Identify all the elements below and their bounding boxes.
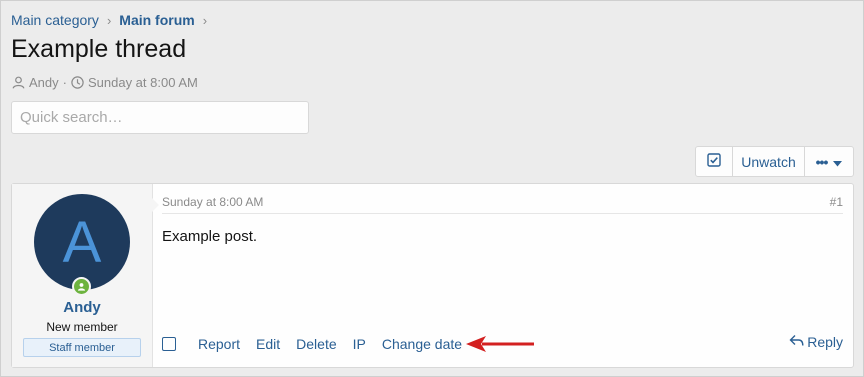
checkbox-check-icon bbox=[707, 153, 721, 170]
thread-actions-bar: Unwatch ••• bbox=[695, 146, 854, 177]
thread-author[interactable]: Andy bbox=[29, 75, 59, 90]
staff-banner: Staff member bbox=[23, 338, 141, 357]
avatar[interactable]: A bbox=[34, 194, 130, 290]
post-number[interactable]: #1 bbox=[830, 195, 843, 209]
clock-icon bbox=[71, 76, 84, 89]
annotation-arrow-icon bbox=[464, 333, 536, 360]
user-arrow-notch bbox=[152, 198, 159, 212]
unwatch-button[interactable]: Unwatch bbox=[733, 147, 805, 176]
thread-date[interactable]: Sunday at 8:00 AM bbox=[88, 75, 198, 90]
meta-separator: · bbox=[62, 75, 67, 90]
online-status-icon bbox=[72, 277, 91, 296]
ip-link[interactable]: IP bbox=[353, 336, 366, 352]
post-body: Example post. bbox=[162, 228, 258, 245]
post-header-divider bbox=[162, 213, 843, 214]
multi-select-button[interactable] bbox=[696, 147, 733, 176]
breadcrumb-main-category[interactable]: Main category bbox=[11, 12, 99, 28]
reply-icon bbox=[789, 334, 804, 350]
user-icon bbox=[12, 76, 25, 89]
post: A Andy New member Staff member Sunday at… bbox=[11, 183, 854, 368]
post-user-column: A Andy New member Staff member bbox=[12, 184, 153, 367]
more-options-button[interactable]: ••• bbox=[805, 147, 853, 176]
page-frame: Main category › Main forum › Example thr… bbox=[0, 0, 864, 377]
select-post-checkbox[interactable] bbox=[162, 337, 176, 351]
reply-label: Reply bbox=[807, 334, 843, 350]
delete-link[interactable]: Delete bbox=[296, 336, 336, 352]
breadcrumb-main-forum[interactable]: Main forum bbox=[119, 12, 194, 28]
report-link[interactable]: Report bbox=[198, 336, 240, 352]
breadcrumb: Main category › Main forum › bbox=[11, 12, 215, 28]
change-date-link[interactable]: Change date bbox=[382, 336, 462, 352]
quick-search-input[interactable] bbox=[11, 101, 309, 134]
post-actions: Report Edit Delete IP Change date Reply bbox=[162, 334, 843, 354]
post-username[interactable]: Andy bbox=[12, 299, 152, 316]
breadcrumb-separator-trailing: › bbox=[202, 12, 208, 28]
more-dots-icon: ••• bbox=[815, 153, 829, 170]
thread-meta: Andy · Sunday at 8:00 AM bbox=[12, 75, 198, 90]
caret-down-icon bbox=[833, 154, 843, 170]
post-date[interactable]: Sunday at 8:00 AM bbox=[162, 195, 263, 209]
breadcrumb-separator: › bbox=[106, 12, 112, 28]
reply-button[interactable]: Reply bbox=[789, 334, 843, 350]
user-title: New member bbox=[46, 320, 118, 334]
page-title: Example thread bbox=[11, 35, 187, 63]
edit-link[interactable]: Edit bbox=[256, 336, 280, 352]
